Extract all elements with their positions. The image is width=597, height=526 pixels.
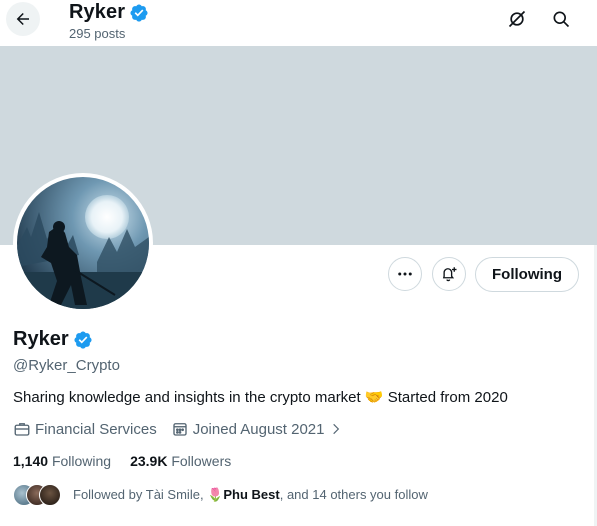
joined-label: Joined August 2021 (192, 420, 325, 438)
followed-by-suffix: , and 14 others you follow (279, 487, 428, 502)
briefcase-icon (14, 423, 30, 436)
profile-name: Ryker (13, 328, 69, 350)
profile-stats: 1,140 Following 23.9K Followers (13, 453, 250, 469)
verified-badge-icon (74, 330, 92, 349)
header-title-row: Ryker (69, 1, 149, 24)
chevron-right-icon (332, 423, 339, 435)
profile-avatar[interactable] (13, 173, 153, 313)
post-count: 295 posts (69, 26, 126, 41)
category-item: Financial Services (13, 420, 157, 438)
more-button[interactable] (388, 257, 422, 291)
more-icon (398, 272, 412, 276)
bio-tail: Started from 2020 (387, 389, 508, 406)
joined-item[interactable]: Joined August 2021 (171, 420, 347, 438)
followed-by-name1: Tài Smile, (145, 487, 204, 502)
profile-handle: @Ryker_Crypto (13, 357, 120, 374)
following-count: 1,140 (13, 453, 49, 469)
search-icon (553, 11, 570, 28)
following-stat-label: Following (51, 453, 112, 469)
notifications-button[interactable] (432, 257, 466, 291)
followed-by-prefix: Followed by (73, 487, 143, 502)
back-button[interactable] (6, 2, 40, 36)
followers-count: 23.9K (130, 453, 168, 469)
follower-avatar-3 (39, 484, 61, 506)
header-title: Ryker (69, 1, 126, 23)
followed-by-name2: Phu Best (223, 487, 280, 502)
followers-stat-label: Followers (171, 453, 232, 469)
calendar-icon (173, 423, 187, 436)
profile-name-row: Ryker (13, 328, 93, 351)
profile-meta: Financial Services Joined August 2021 (13, 420, 347, 438)
bio-text: Sharing knowledge and insights in the cr… (13, 389, 361, 406)
followed-by-text: Followed by Tài Smile, 🌷Phu Best, and 14… (73, 487, 428, 503)
profile-header: Ryker 295 posts (0, 0, 597, 46)
following-button[interactable]: Following (475, 257, 579, 292)
verified-badge-icon (130, 3, 148, 22)
arrow-left-icon (16, 13, 29, 25)
tulip-emoji: 🌷 (207, 487, 224, 502)
profile-bio: Sharing knowledge and insights in the cr… (13, 388, 508, 406)
search-button[interactable] (550, 8, 572, 30)
grok-button[interactable] (506, 8, 528, 30)
handshake-emoji: 🤝 (364, 389, 384, 406)
followers-stat[interactable]: 23.9K Followers (130, 453, 231, 469)
grok-icon (508, 10, 526, 28)
samurai-moon-avatar-image (17, 177, 149, 309)
followed-by-row[interactable]: Followed by Tài Smile, 🌷Phu Best, and 14… (13, 484, 428, 506)
follower-avatars (13, 484, 61, 506)
bell-plus-icon (442, 267, 457, 282)
following-stat[interactable]: 1,140 Following (13, 453, 111, 469)
category-label: Financial Services (35, 420, 157, 438)
